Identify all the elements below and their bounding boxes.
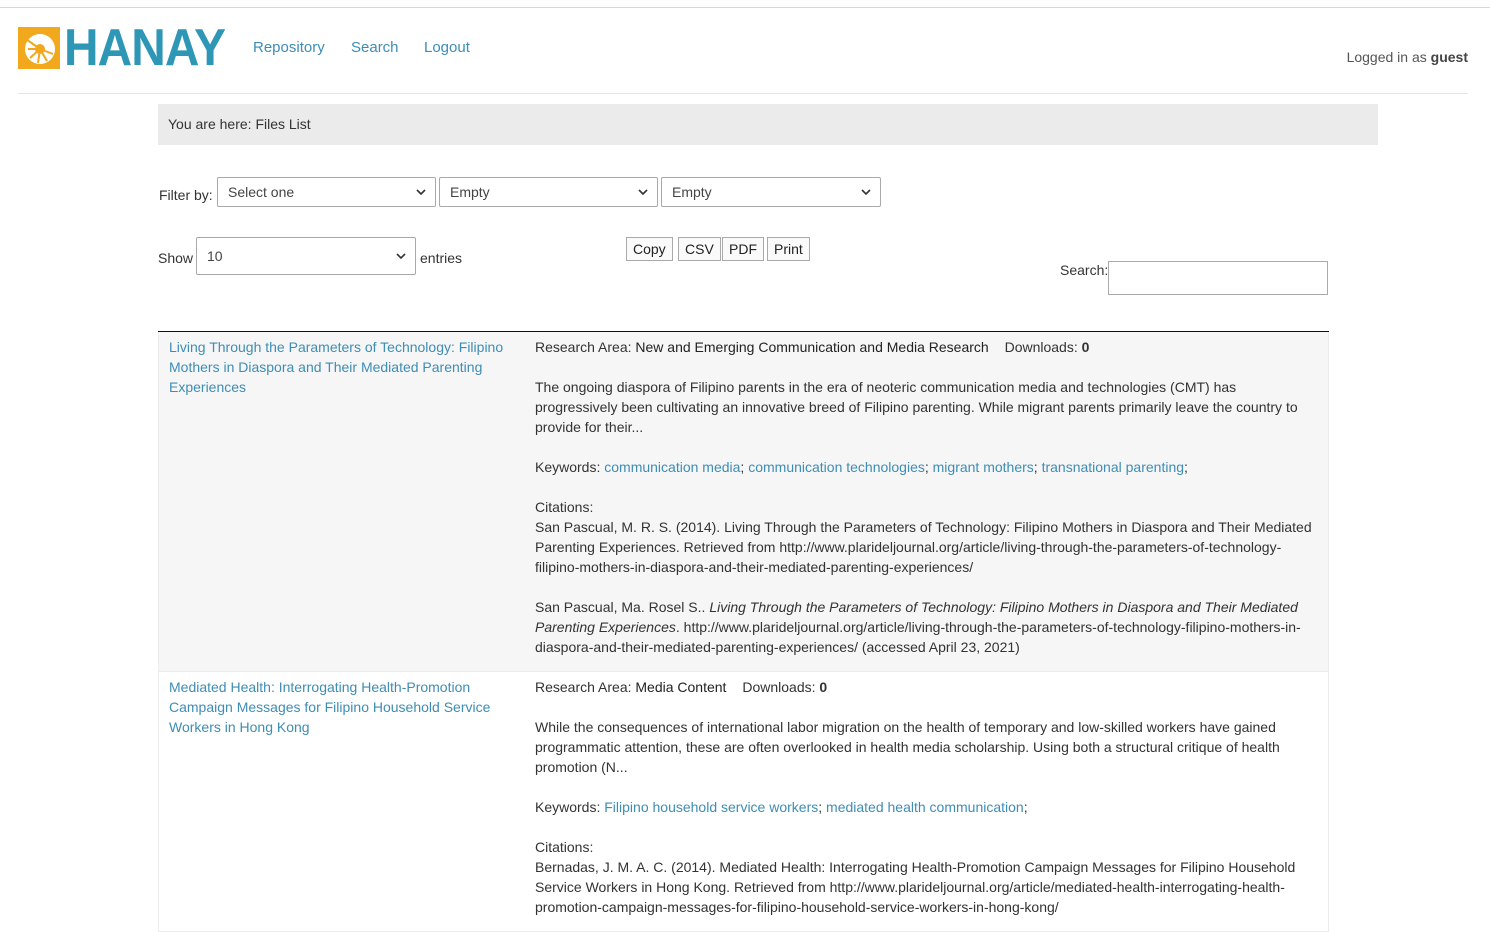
details-cell: Research Area: Media Content Downloads: …: [525, 672, 1328, 931]
citation-apa-text: San Pascual, M. R. S. (2014). Living Thr…: [535, 519, 1312, 575]
record-meta: Research Area: New and Emerging Communic…: [535, 337, 1318, 357]
search-input[interactable]: [1108, 261, 1328, 295]
record-citation-apa: Citations: San Pascual, M. R. S. (2014).…: [535, 497, 1318, 577]
hanay-logo[interactable]: HANAY: [18, 21, 226, 75]
filter-select-3[interactable]: Empty: [661, 177, 881, 207]
record-citation-chicago: San Pascual, Ma. Rosel S.. Living Throug…: [535, 597, 1318, 657]
filter-select-1[interactable]: Select one: [217, 177, 436, 207]
record-citation-apa: Citations: Bernadas, J. M. A. C. (2014).…: [535, 837, 1318, 917]
nav-search[interactable]: Search: [351, 39, 399, 56]
shell-logo-icon: [18, 27, 60, 69]
table-row: Mediated Health: Interrogating Health-Pr…: [158, 672, 1329, 932]
research-area-value: Media Content: [635, 679, 727, 695]
keyword-link[interactable]: communication technologies: [748, 459, 925, 475]
chevron-down-icon: [396, 253, 406, 260]
chevron-down-icon: [861, 189, 871, 196]
keyword-link[interactable]: migrant mothers: [933, 459, 1034, 475]
research-area-label: Research Area:: [535, 679, 632, 695]
filter-select-1-value: Select one: [228, 184, 295, 200]
record-keywords: Keywords: Filipino household service wor…: [535, 799, 1028, 815]
citations-label: Citations:: [535, 499, 594, 515]
files-table: Living Through the Parameters of Technol…: [158, 331, 1329, 932]
keyword-link[interactable]: Filipino household service workers: [604, 799, 818, 815]
search-label: Search:: [1060, 262, 1109, 278]
filter-select-2[interactable]: Empty: [439, 177, 658, 207]
record-keywords: Keywords: communication media; communica…: [535, 459, 1188, 475]
research-area-label: Research Area:: [535, 339, 632, 355]
show-label: Show: [158, 250, 194, 266]
record-meta: Research Area: Media Content Downloads: …: [535, 677, 1318, 697]
citations-label: Citations:: [535, 839, 594, 855]
print-button[interactable]: Print: [767, 237, 810, 261]
logged-in-prefix: Logged in as: [1346, 49, 1427, 65]
downloads-count: 0: [1081, 339, 1090, 355]
filter-select-2-value: Empty: [450, 184, 490, 200]
title-cell: Mediated Health: Interrogating Health-Pr…: [159, 672, 525, 931]
downloads-label: Downloads:: [1004, 339, 1078, 355]
keywords-label: Keywords:: [535, 799, 601, 815]
chevron-down-icon: [638, 189, 648, 196]
record-title-link[interactable]: Living Through the Parameters of Technol…: [169, 339, 503, 395]
nav-logout[interactable]: Logout: [424, 39, 470, 56]
csv-button[interactable]: CSV: [678, 237, 721, 261]
copy-button[interactable]: Copy: [626, 237, 673, 261]
keyword-link[interactable]: communication media: [604, 459, 740, 475]
nav-repository[interactable]: Repository: [253, 39, 325, 56]
record-abstract: While the consequences of international …: [535, 719, 1280, 775]
logged-in-status: Logged in as guest: [1347, 49, 1468, 65]
logo-wordmark: HANAY: [64, 19, 226, 77]
chevron-down-icon: [416, 189, 426, 196]
pdf-button[interactable]: PDF: [722, 237, 764, 261]
logged-in-user: guest: [1430, 49, 1468, 65]
top-border: [0, 7, 1490, 8]
record-abstract: The ongoing diaspora of Filipino parents…: [535, 379, 1298, 435]
filter-label: Filter by:: [159, 187, 213, 203]
downloads-count: 0: [819, 679, 828, 695]
keywords-label: Keywords:: [535, 459, 601, 475]
citation-chicago-author: San Pascual, Ma. Rosel S..: [535, 599, 706, 615]
entries-per-page-select[interactable]: 10: [196, 237, 416, 275]
breadcrumb: You are here: Files List: [158, 104, 1378, 145]
keyword-link[interactable]: mediated health communication: [826, 799, 1024, 815]
table-row: Living Through the Parameters of Technol…: [158, 332, 1329, 672]
entries-label: entries: [420, 250, 463, 266]
details-cell: Research Area: New and Emerging Communic…: [525, 332, 1328, 671]
entries-per-page-value: 10: [207, 248, 223, 264]
filter-select-3-value: Empty: [672, 184, 712, 200]
header-divider: [18, 93, 1468, 94]
record-title-link[interactable]: Mediated Health: Interrogating Health-Pr…: [169, 679, 490, 735]
keyword-link[interactable]: transnational parenting: [1042, 459, 1184, 475]
downloads-label: Downloads:: [742, 679, 816, 695]
title-cell: Living Through the Parameters of Technol…: [159, 332, 525, 671]
research-area-value: New and Emerging Communication and Media…: [635, 339, 989, 355]
citation-apa-text: Bernadas, J. M. A. C. (2014). Mediated H…: [535, 859, 1296, 915]
